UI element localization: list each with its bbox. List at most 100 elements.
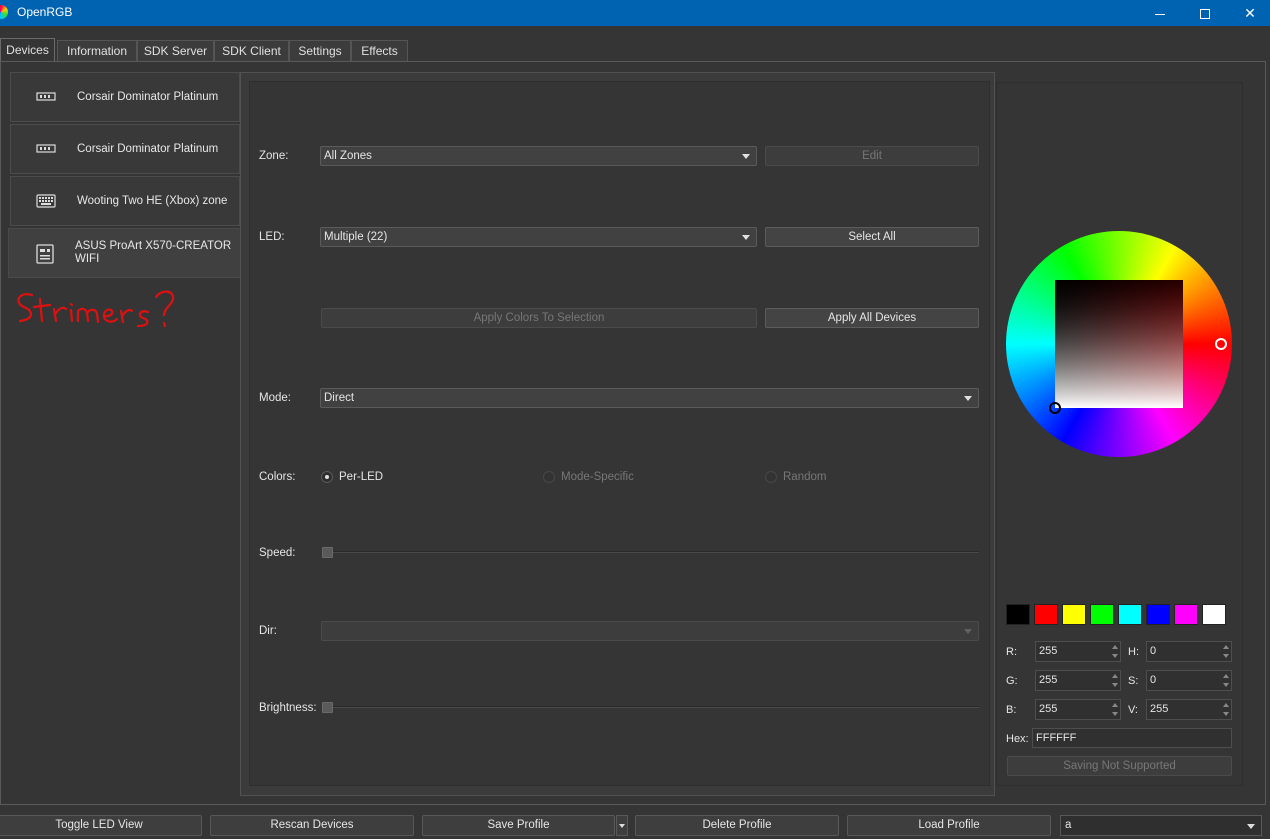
mode-select[interactable]: Direct [320, 388, 979, 408]
brightness-slider-handle[interactable] [322, 702, 333, 713]
speed-slider-track[interactable] [322, 551, 979, 553]
spin-up-icon[interactable] [1112, 645, 1118, 649]
red-value: 255 [1039, 645, 1058, 657]
tab-sdk-server[interactable]: SDK Server [137, 40, 214, 61]
red-spinbox[interactable]: 255 [1035, 641, 1121, 662]
green-value: 255 [1039, 674, 1058, 686]
random-radio[interactable] [765, 471, 777, 483]
hex-input[interactable]: FFFFFF [1032, 728, 1232, 748]
blue-label: B: [1006, 704, 1017, 716]
green-spinbox[interactable]: 255 [1035, 670, 1121, 691]
blue-spinbox[interactable]: 255 [1035, 699, 1121, 720]
value-spinbox[interactable]: 255 [1146, 699, 1232, 720]
edit-zone-button[interactable]: Edit [765, 146, 979, 166]
swatch-blue[interactable] [1146, 604, 1170, 625]
minimize-icon [1155, 13, 1165, 15]
device-label: ASUS ProArt X570-CREATOR WIFI [75, 240, 232, 265]
spin-up-icon[interactable] [1223, 674, 1229, 678]
saturation-label: S: [1128, 675, 1139, 687]
chevron-down-icon [964, 629, 972, 634]
tab-devices[interactable]: Devices [0, 38, 55, 62]
keyboard-icon [36, 194, 56, 208]
zone-label: Zone: [259, 150, 289, 162]
ram-icon [36, 92, 56, 101]
value-value: 255 [1150, 703, 1169, 715]
mode-select-value: Direct [324, 392, 355, 404]
ram-icon [36, 144, 56, 153]
handwritten-annotation [17, 290, 175, 328]
window-title: OpenRGB [17, 5, 73, 19]
swatch-yellow[interactable] [1062, 604, 1086, 625]
saturation-value-marker[interactable] [1049, 402, 1061, 414]
spin-down-icon[interactable] [1112, 654, 1118, 658]
device-list: Corsair Dominator Platinum Corsair Domin… [8, 72, 241, 804]
hue-spinbox[interactable]: 0 [1146, 641, 1232, 662]
chevron-down-icon [1247, 824, 1255, 829]
profile-select-value: a [1065, 819, 1072, 831]
tab-information[interactable]: Information [57, 40, 137, 61]
save-profile-button[interactable]: Save Profile [422, 815, 615, 836]
spin-up-icon[interactable] [1112, 674, 1118, 678]
brightness-slider-track[interactable] [322, 706, 979, 708]
device-item-asus-proart[interactable]: ASUS ProArt X570-CREATOR WIFI [8, 228, 241, 278]
swatch-black[interactable] [1006, 604, 1030, 625]
green-label: G: [1006, 675, 1018, 687]
led-select[interactable]: Multiple (22) [320, 227, 757, 247]
red-label: R: [1006, 646, 1017, 658]
apply-all-devices-button[interactable]: Apply All Devices [765, 308, 979, 328]
spin-up-icon[interactable] [1223, 703, 1229, 707]
spin-up-icon[interactable] [1112, 703, 1118, 707]
zone-select[interactable]: All Zones [320, 146, 757, 166]
select-all-button[interactable]: Select All [765, 227, 979, 247]
swatch-red[interactable] [1034, 604, 1058, 625]
brightness-label: Brightness: [259, 702, 317, 714]
device-item-corsair-1[interactable]: Corsair Dominator Platinum [10, 72, 240, 122]
direction-select[interactable] [321, 621, 979, 641]
profile-select[interactable]: a [1060, 815, 1262, 836]
saving-not-supported-button[interactable]: Saving Not Supported [1007, 756, 1232, 776]
swatch-magenta[interactable] [1174, 604, 1198, 625]
swatch-white[interactable] [1202, 604, 1226, 625]
blue-value: 255 [1039, 703, 1058, 715]
device-control-inner [249, 81, 990, 786]
toggle-led-view-button[interactable]: Toggle LED View [0, 815, 202, 836]
hue-value: 0 [1150, 645, 1157, 657]
per-led-radio[interactable] [321, 471, 333, 483]
swatch-green[interactable] [1090, 604, 1114, 625]
speed-slider-handle[interactable] [322, 547, 333, 558]
dir-label: Dir: [259, 625, 277, 637]
mode-specific-label: Mode-Specific [561, 471, 634, 483]
device-item-wooting[interactable]: Wooting Two HE (Xbox) zone [10, 176, 240, 226]
delete-profile-button[interactable]: Delete Profile [635, 815, 839, 836]
close-button[interactable]: ✕ [1227, 0, 1270, 26]
chevron-down-icon [742, 235, 750, 240]
device-item-corsair-2[interactable]: Corsair Dominator Platinum [10, 124, 240, 174]
random-label: Random [783, 471, 827, 483]
minimize-button[interactable] [1137, 0, 1183, 26]
maximize-button[interactable] [1182, 0, 1228, 26]
rescan-devices-button[interactable]: Rescan Devices [210, 815, 414, 836]
swatch-cyan[interactable] [1118, 604, 1142, 625]
main-tab-bar: Devices Information SDK Server SDK Clien… [0, 38, 1270, 62]
led-label: LED: [259, 231, 285, 243]
hue-label: H: [1128, 646, 1139, 658]
spin-down-icon[interactable] [1223, 654, 1229, 658]
tab-settings[interactable]: Settings [289, 40, 351, 61]
spin-down-icon[interactable] [1223, 712, 1229, 716]
tab-sdk-client[interactable]: SDK Client [214, 40, 289, 61]
saturation-spinbox[interactable]: 0 [1146, 670, 1232, 691]
motherboard-icon [36, 244, 54, 264]
mode-specific-radio[interactable] [543, 471, 555, 483]
apply-colors-to-selection-button[interactable]: Apply Colors To Selection [321, 308, 757, 328]
tab-effects[interactable]: Effects [351, 40, 408, 61]
save-profile-dropdown[interactable] [616, 815, 628, 836]
chevron-down-icon [964, 396, 972, 401]
spin-down-icon[interactable] [1112, 683, 1118, 687]
device-label: Wooting Two HE (Xbox) zone [77, 194, 228, 207]
spin-up-icon[interactable] [1223, 645, 1229, 649]
hue-marker[interactable] [1215, 338, 1227, 350]
load-profile-button[interactable]: Load Profile [847, 815, 1051, 836]
spin-down-icon[interactable] [1112, 712, 1118, 716]
colors-label: Colors: [259, 471, 296, 483]
spin-down-icon[interactable] [1223, 683, 1229, 687]
